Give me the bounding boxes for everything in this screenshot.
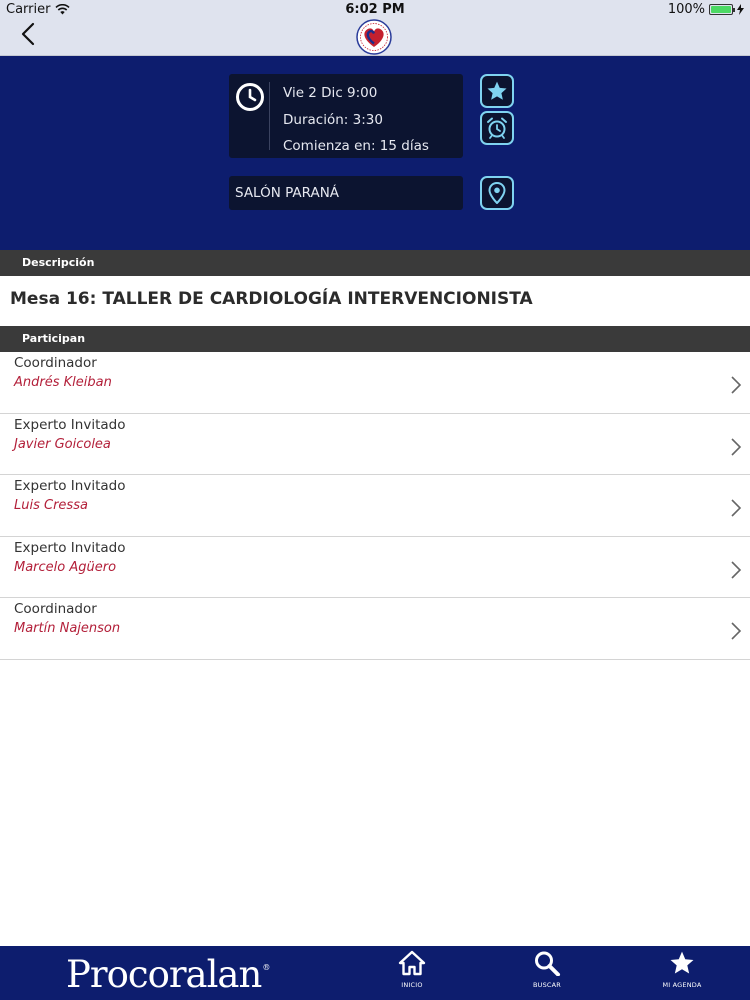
participant-row[interactable]: Coordinador Andrés Kleiban [0,352,750,414]
charging-icon [737,4,744,15]
event-header: Vie 2 Dic 9:00 Duración: 3:30 Comienza e… [0,56,750,250]
tab-buscar[interactable]: BUSCAR [512,948,582,998]
status-bar: Carrier 6:02 PM 100% [0,0,750,20]
tab-buscar-label: BUSCAR [532,981,562,989]
favorite-button[interactable] [480,74,514,108]
tab-mi-agenda-label: MI AGENDA [662,981,702,989]
participant-role: Coordinador [14,355,97,371]
participants-list: Coordinador Andrés Kleiban Experto Invit… [0,352,750,660]
map-location-button[interactable] [480,176,514,210]
battery-icon [709,4,735,15]
description-header: Descripción [0,250,750,276]
tab-inicio[interactable]: INICIO [377,948,447,998]
participant-name: Marcelo Agüero [14,559,117,575]
location-pin-icon [488,182,506,204]
participant-row[interactable]: Experto Invitado Marcelo Agüero [0,537,750,598]
participant-row[interactable]: Experto Invitado Javier Goicolea [0,414,750,475]
chevron-left-icon [21,22,35,46]
room-label: SALÓN PARANÁ [235,185,340,201]
participant-name: Andrés Kleiban [14,375,112,390]
session-title: Mesa 16: TALLER DE CARDIOLOGÍA INTERVENC… [10,289,533,309]
participant-row[interactable]: Coordinador Martín Najenson [0,598,750,660]
tab-mi-agenda[interactable]: MI AGENDA [647,948,717,998]
heart-logo-icon [356,19,392,55]
back-button[interactable] [14,20,42,48]
chevron-right-icon [731,437,742,456]
star-icon [487,81,507,100]
tab-inicio-label: INICIO [401,981,423,989]
chevron-right-icon [731,499,742,517]
room-box: SALÓN PARANÁ [229,176,463,210]
info-separator [269,82,270,150]
tab-bar: Procoralan® INICIO BUSCAR MI AGENDA [0,946,750,1000]
brand-registered-mark: ® [262,963,270,972]
star-icon [670,951,694,974]
participant-name: Luis Cressa [14,498,88,513]
home-icon [398,950,426,976]
battery-percent: 100% [667,2,705,17]
alarm-clock-icon [487,117,507,139]
brand-name: Procoralan [66,953,262,996]
battery-info: 100% [668,2,744,17]
brand-logo: Procoralan® [66,953,270,996]
participant-role: Coordinador [14,601,97,617]
chevron-right-icon [731,376,742,394]
event-duration: Duración: 3:30 [283,112,383,128]
participants-header: Participan [0,326,750,352]
status-time: 6:02 PM [345,2,405,17]
event-date: Vie 2 Dic 9:00 [283,85,378,101]
participant-row[interactable]: Experto Invitado Luis Cressa [0,475,750,537]
reminder-button[interactable] [480,111,514,145]
clock-icon [236,83,264,111]
top-bar: Carrier 6:02 PM 100% [0,0,750,56]
event-info-box: Vie 2 Dic 9:00 Duración: 3:30 Comienza e… [229,74,463,158]
participant-role: Experto Invitado [14,416,126,433]
search-icon [535,951,560,976]
chevron-right-icon [731,560,742,579]
participant-name: Martín Najenson [14,621,121,636]
participant-role: Experto Invitado [14,478,126,494]
participant-role: Experto Invitado [14,539,126,556]
participant-name: Javier Goicolea [14,436,111,452]
event-starts-in: Comienza en: 15 días [283,138,429,154]
chevron-right-icon [731,622,742,640]
